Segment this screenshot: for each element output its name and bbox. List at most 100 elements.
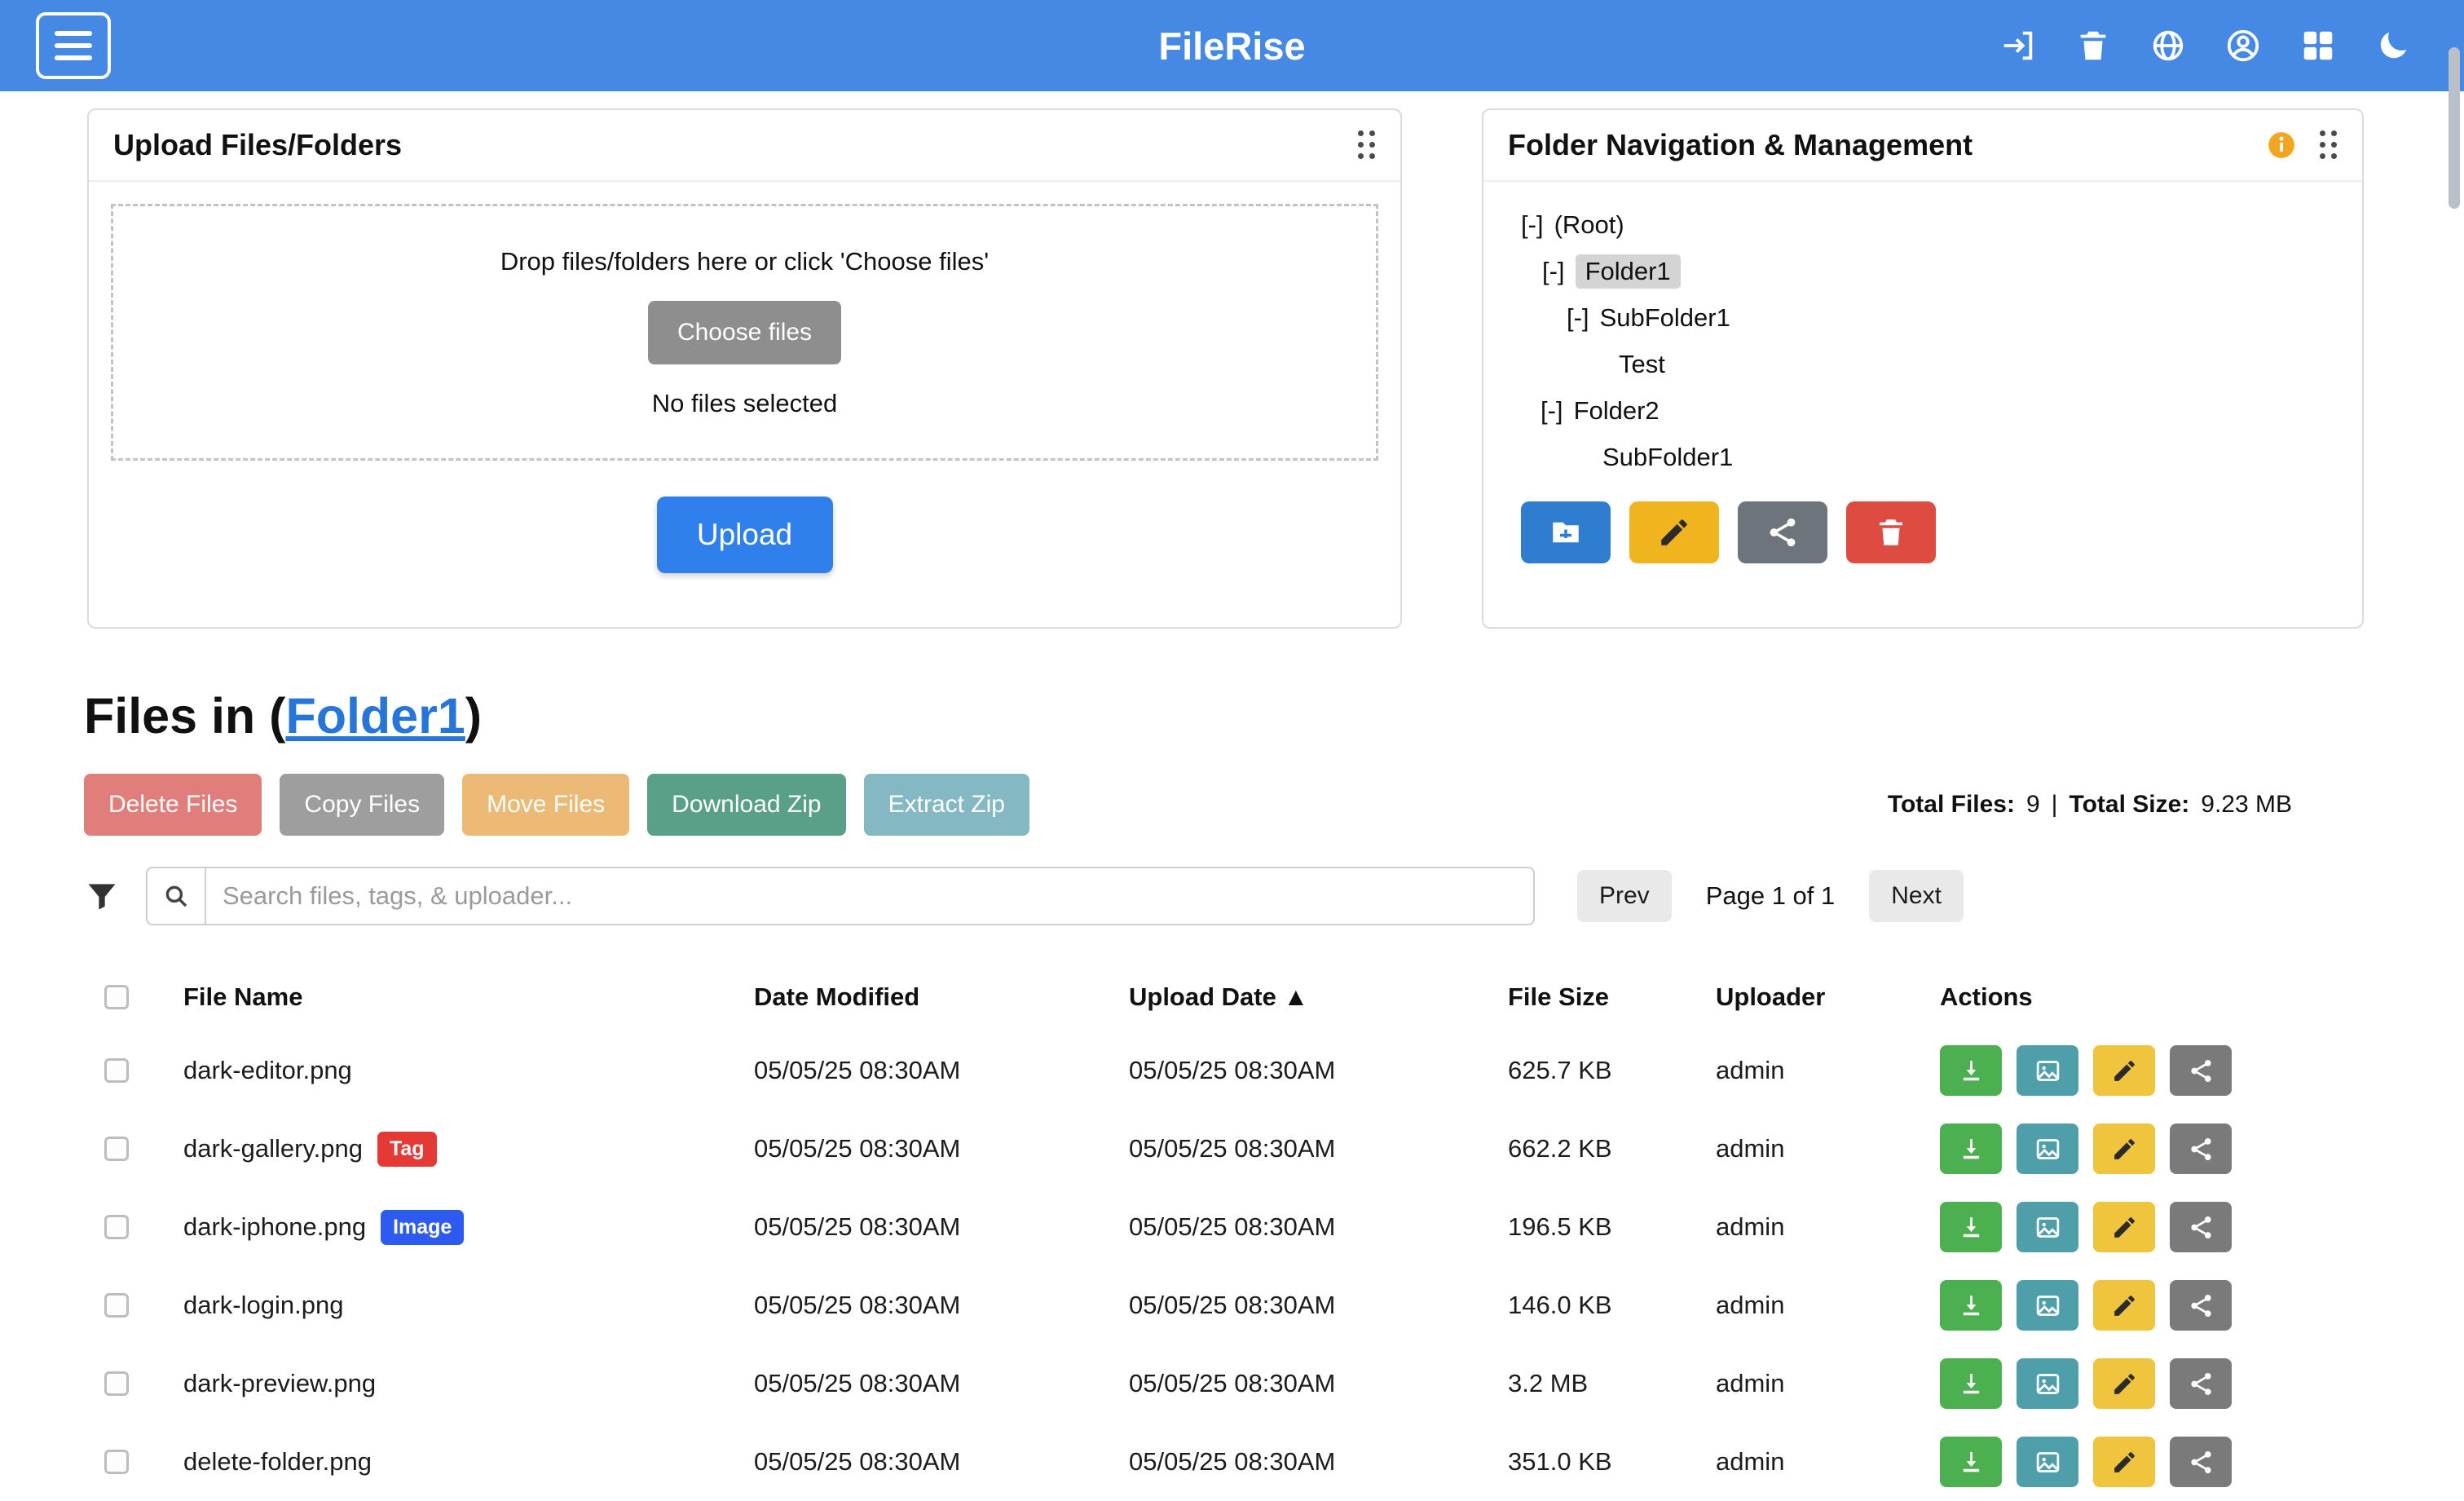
header-date-modified[interactable]: Date Modified: [754, 982, 1129, 1012]
search-icon[interactable]: [146, 867, 205, 925]
tree-item-root[interactable]: [-] (Root): [1521, 201, 2325, 248]
preview-image-icon[interactable]: [2017, 1280, 2078, 1331]
download-icon[interactable]: [1940, 1202, 2002, 1252]
download-icon[interactable]: [1940, 1280, 2002, 1331]
download-icon[interactable]: [1940, 1437, 2002, 1487]
rename-icon[interactable]: [2093, 1358, 2155, 1409]
file-name[interactable]: dark-iphone.png: [183, 1212, 366, 1242]
drag-handle-icon[interactable]: [2320, 130, 2338, 160]
share-icon[interactable]: [2170, 1437, 2232, 1487]
prev-page-button[interactable]: Prev: [1577, 870, 1672, 922]
move-files-button[interactable]: Move Files: [462, 774, 629, 836]
row-checkbox[interactable]: [104, 1371, 129, 1396]
upload-card-title: Upload Files/Folders: [113, 128, 402, 162]
upload-card-header: Upload Files/Folders: [89, 110, 1400, 182]
header-upload-date[interactable]: Upload Date ▲: [1129, 982, 1508, 1012]
current-folder-link[interactable]: Folder1: [285, 688, 465, 744]
file-name[interactable]: dark-editor.png: [183, 1056, 352, 1085]
tree-label[interactable]: SubFolder1: [1600, 303, 1730, 333]
download-icon[interactable]: [1940, 1124, 2002, 1174]
create-folder-button[interactable]: [1521, 501, 1611, 563]
dark-mode-icon[interactable]: [2374, 27, 2412, 64]
extract-zip-button[interactable]: Extract Zip: [864, 774, 1029, 836]
share-icon[interactable]: [2170, 1280, 2232, 1331]
tree-label[interactable]: SubFolder1: [1602, 443, 1733, 472]
heading-prefix: Files in (: [84, 688, 285, 744]
total-files-value: 9: [2026, 791, 2040, 819]
file-size: 146.0 KB: [1508, 1291, 1716, 1320]
file-name[interactable]: delete-folder.png: [183, 1447, 372, 1477]
upload-button[interactable]: Upload: [657, 497, 833, 573]
row-checkbox[interactable]: [104, 1137, 129, 1161]
preview-image-icon[interactable]: [2017, 1124, 2078, 1174]
rename-icon[interactable]: [2093, 1124, 2155, 1174]
tree-item-test[interactable]: Test: [1521, 341, 2325, 387]
row-checkbox[interactable]: [104, 1215, 129, 1239]
table-header-row: File Name Date Modified Upload Date ▲ Fi…: [84, 963, 2380, 1031]
tree-toggle[interactable]: [-]: [1521, 210, 1544, 240]
dropzone-text: Drop files/folders here or click 'Choose…: [500, 247, 989, 276]
download-zip-button[interactable]: Download Zip: [647, 774, 845, 836]
header-icon-group: [1999, 27, 2412, 64]
rename-icon[interactable]: [2093, 1045, 2155, 1096]
preview-image-icon[interactable]: [2017, 1437, 2078, 1487]
rename-folder-button[interactable]: [1629, 501, 1719, 563]
share-icon[interactable]: [2170, 1202, 2232, 1252]
tree-label[interactable]: (Root): [1554, 210, 1624, 240]
copy-files-button[interactable]: Copy Files: [280, 774, 444, 836]
row-checkbox[interactable]: [104, 1058, 129, 1083]
sign-out-icon[interactable]: [1999, 27, 2037, 64]
download-icon[interactable]: [1940, 1045, 2002, 1096]
share-icon[interactable]: [2170, 1124, 2232, 1174]
scrollbar-thumb[interactable]: [2449, 47, 2460, 209]
globe-icon[interactable]: [2149, 27, 2187, 64]
download-icon[interactable]: [1940, 1358, 2002, 1409]
trash-icon[interactable]: [2074, 27, 2112, 64]
rename-icon[interactable]: [2093, 1202, 2155, 1252]
file-dropzone[interactable]: Drop files/folders here or click 'Choose…: [111, 204, 1378, 461]
tree-label[interactable]: Test: [1619, 350, 1665, 379]
row-checkbox[interactable]: [104, 1450, 129, 1474]
next-page-button[interactable]: Next: [1869, 870, 1964, 922]
info-icon[interactable]: [2266, 130, 2297, 161]
tree-toggle[interactable]: [-]: [1542, 257, 1565, 286]
delete-folder-button[interactable]: [1846, 501, 1936, 563]
account-icon[interactable]: [2224, 27, 2262, 64]
folder-nav-card: Folder Navigation & Management [-] (Root…: [1482, 108, 2364, 629]
tree-toggle[interactable]: [-]: [1567, 303, 1589, 333]
folder-action-buttons: [1521, 501, 2325, 563]
grid-view-icon[interactable]: [2299, 27, 2337, 64]
tree-label-selected[interactable]: Folder1: [1576, 254, 1681, 289]
tree-item-subfolder1-2[interactable]: SubFolder1: [1521, 434, 2325, 480]
search-input[interactable]: [205, 867, 1535, 925]
tree-item-folder2[interactable]: [-] Folder2: [1521, 387, 2325, 434]
choose-files-button[interactable]: Choose files: [648, 301, 841, 364]
share-icon[interactable]: [2170, 1358, 2232, 1409]
file-name[interactable]: dark-preview.png: [183, 1369, 376, 1398]
drag-handle-icon[interactable]: [1358, 130, 1376, 160]
files-section: Files in (Folder1) Delete Files Copy Fil…: [0, 687, 2464, 1501]
preview-image-icon[interactable]: [2017, 1202, 2078, 1252]
tree-item-folder1[interactable]: [-] Folder1: [1521, 248, 2325, 294]
select-all-checkbox[interactable]: [104, 985, 129, 1009]
header-uploader[interactable]: Uploader: [1716, 982, 1940, 1012]
preview-image-icon[interactable]: [2017, 1358, 2078, 1409]
menu-bar: [55, 43, 92, 48]
rename-icon[interactable]: [2093, 1437, 2155, 1487]
share-folder-button[interactable]: [1738, 501, 1827, 563]
header-file-size[interactable]: File Size: [1508, 982, 1716, 1012]
menu-icon[interactable]: [36, 12, 111, 79]
file-name[interactable]: dark-gallery.png: [183, 1134, 363, 1163]
rename-icon[interactable]: [2093, 1280, 2155, 1331]
uploader: admin: [1716, 1369, 1940, 1398]
tree-label[interactable]: Folder2: [1574, 396, 1660, 426]
share-icon[interactable]: [2170, 1045, 2232, 1096]
tree-item-subfolder1[interactable]: [-] SubFolder1: [1521, 294, 2325, 341]
filter-icon[interactable]: [84, 878, 120, 914]
tree-toggle[interactable]: [-]: [1541, 396, 1563, 426]
file-name[interactable]: dark-login.png: [183, 1291, 343, 1320]
header-file-name[interactable]: File Name: [183, 982, 754, 1012]
preview-image-icon[interactable]: [2017, 1045, 2078, 1096]
delete-files-button[interactable]: Delete Files: [84, 774, 262, 836]
row-checkbox[interactable]: [104, 1293, 129, 1318]
